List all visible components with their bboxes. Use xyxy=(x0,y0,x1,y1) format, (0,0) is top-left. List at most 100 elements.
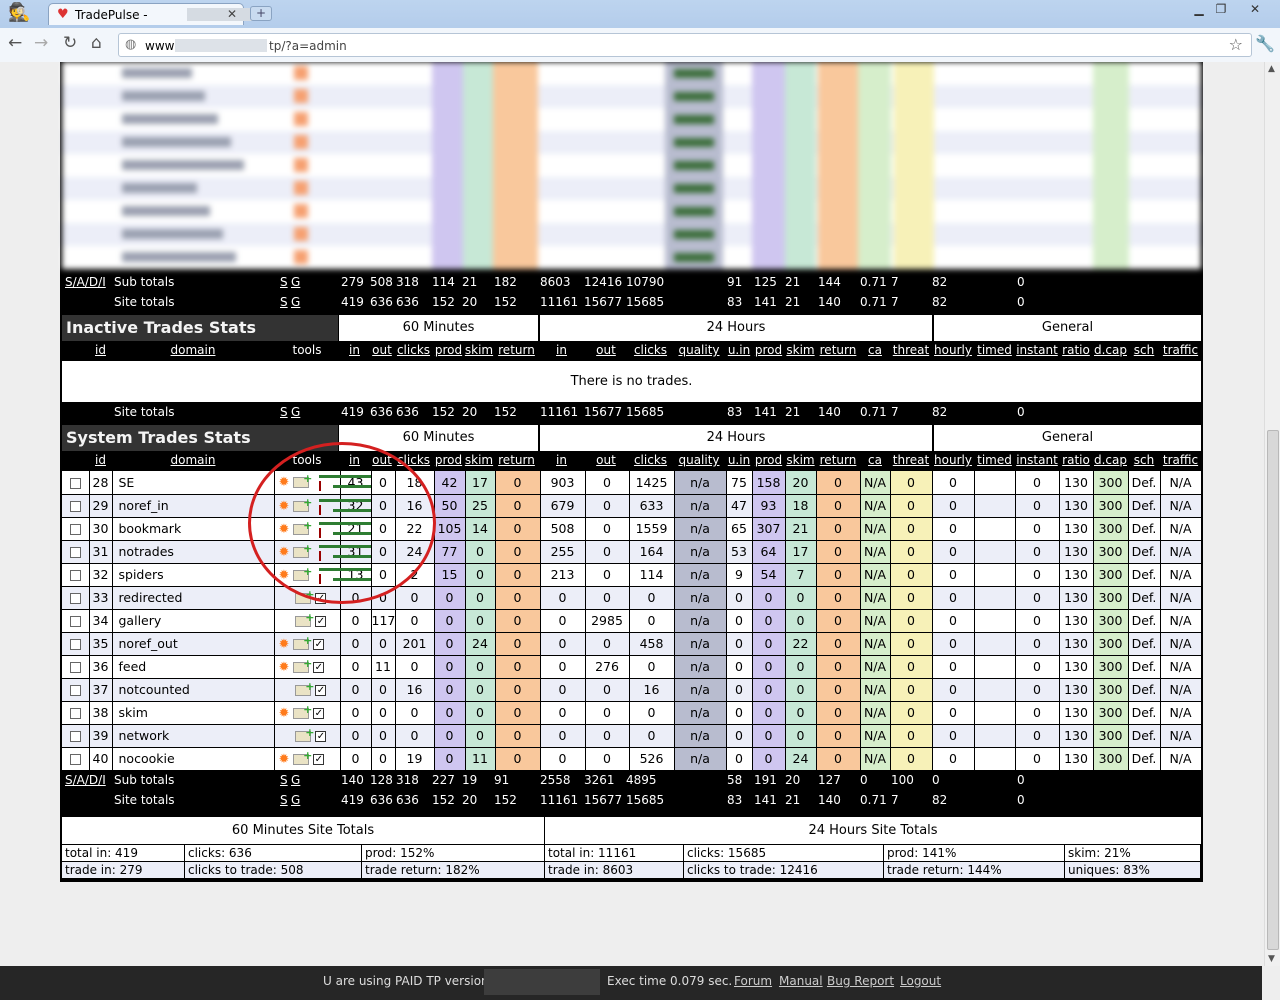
select-cell[interactable] xyxy=(62,540,90,564)
bookmark-star-icon[interactable]: ☆ xyxy=(1229,35,1243,54)
g-link[interactable]: G xyxy=(291,402,300,422)
row-checkbox[interactable] xyxy=(69,616,81,627)
forward-icon[interactable]: → xyxy=(34,33,48,53)
home-icon[interactable]: ⌂ xyxy=(91,33,102,53)
row-checkbox[interactable] xyxy=(69,754,81,765)
g-link[interactable]: G xyxy=(291,770,300,790)
select-cell[interactable] xyxy=(62,701,90,725)
col-header-dcap[interactable]: d.cap xyxy=(1093,451,1128,469)
col-header-hourly[interactable]: hourly xyxy=(932,451,974,469)
col-header-threat[interactable]: threat xyxy=(890,341,932,359)
gear-icon[interactable]: ✹ xyxy=(279,752,290,767)
col-header-domain[interactable]: domain xyxy=(112,341,274,359)
new-tab-button[interactable]: + xyxy=(250,6,272,21)
col-header-hourly[interactable]: hourly xyxy=(932,341,974,359)
s-link[interactable]: S xyxy=(280,770,288,790)
col-header-out[interactable]: out xyxy=(584,451,628,469)
enabled-checkbox-icon[interactable]: ✓ xyxy=(315,685,327,696)
col-header-traffic[interactable]: traffic xyxy=(1160,451,1201,469)
s-link[interactable]: S xyxy=(280,790,288,810)
row-checkbox[interactable] xyxy=(69,708,81,719)
select-cell[interactable] xyxy=(62,471,90,495)
col-header-out[interactable]: out xyxy=(584,341,628,359)
gear-icon[interactable]: ✹ xyxy=(279,706,290,721)
enabled-checkbox-icon[interactable]: ✓ xyxy=(313,753,325,765)
col-header-skim[interactable]: skim xyxy=(785,451,816,469)
col-header-dcap[interactable]: d.cap xyxy=(1093,341,1128,359)
col-header-timed[interactable]: timed xyxy=(974,451,1015,469)
row-checkbox[interactable] xyxy=(69,731,81,742)
col-header-skim[interactable]: skim xyxy=(464,341,494,359)
enabled-checkbox-icon[interactable]: ✓ xyxy=(313,638,325,650)
col-header-instant[interactable]: instant xyxy=(1015,451,1059,469)
enabled-checkbox-icon[interactable]: ✓ xyxy=(315,731,327,742)
bug-report-link[interactable]: Bug Report xyxy=(827,974,894,988)
col-header-sch[interactable]: sch xyxy=(1128,451,1160,469)
col-header-id[interactable]: id xyxy=(89,341,112,359)
col-header-prod[interactable]: prod xyxy=(752,451,785,469)
col-header-ratio[interactable]: ratio xyxy=(1059,341,1093,359)
logout-link[interactable]: Logout xyxy=(900,974,941,988)
gear-icon[interactable]: ✹ xyxy=(279,637,290,652)
select-cell[interactable] xyxy=(62,678,90,702)
select-cell[interactable] xyxy=(62,747,90,771)
folder-add-icon[interactable] xyxy=(293,634,312,650)
col-header-uin[interactable]: u.in xyxy=(726,341,752,359)
select-cell[interactable] xyxy=(62,609,90,633)
col-header-in[interactable]: in xyxy=(539,451,584,469)
row-checkbox[interactable] xyxy=(69,524,81,535)
folder-add-icon[interactable] xyxy=(295,611,314,627)
select-cell[interactable] xyxy=(62,586,90,610)
col-header-clicks[interactable]: clicks xyxy=(394,341,433,359)
row-checkbox[interactable] xyxy=(69,685,81,696)
col-header-clicks[interactable]: clicks xyxy=(628,451,673,469)
enabled-checkbox-icon[interactable]: ✓ xyxy=(313,661,325,673)
col-header-return[interactable]: return xyxy=(816,451,860,469)
reload-icon[interactable]: ↻ xyxy=(63,33,77,53)
col-header-ca[interactable]: ca xyxy=(860,341,890,359)
col-header-prod[interactable]: prod xyxy=(752,341,785,359)
col-header-prod[interactable]: prod xyxy=(433,341,464,359)
col-header-instant[interactable]: instant xyxy=(1015,341,1059,359)
row-checkbox[interactable] xyxy=(69,593,81,604)
col-header-quality[interactable]: quality xyxy=(673,451,725,469)
row-checkbox[interactable] xyxy=(69,501,81,512)
wrench-icon[interactable]: 🔧 xyxy=(1255,34,1275,53)
row-checkbox[interactable] xyxy=(69,570,81,581)
col-header-in[interactable]: in xyxy=(339,341,370,359)
sadi-link[interactable]: S/A/D/I xyxy=(65,770,106,790)
col-header-domain[interactable]: domain xyxy=(112,451,274,469)
select-cell[interactable] xyxy=(62,632,90,656)
close-tab-icon[interactable]: ✕ xyxy=(227,7,237,21)
row-checkbox[interactable] xyxy=(69,639,81,650)
enabled-checkbox-icon[interactable]: ✓ xyxy=(315,616,327,627)
col-header-prod[interactable]: prod xyxy=(433,451,464,469)
col-header-ca[interactable]: ca xyxy=(860,451,890,469)
folder-add-icon[interactable] xyxy=(295,726,314,742)
s-link[interactable]: S xyxy=(280,292,288,312)
col-header-out[interactable]: out xyxy=(370,341,394,359)
select-cell[interactable] xyxy=(62,563,90,587)
col-header-skim[interactable]: skim xyxy=(785,341,816,359)
row-checkbox[interactable] xyxy=(69,547,81,558)
col-header-clicks[interactable]: clicks xyxy=(628,341,673,359)
col-header-in[interactable]: in xyxy=(539,341,584,359)
vertical-scrollbar[interactable]: ▲ ▼ xyxy=(1264,62,1280,966)
col-header-uin[interactable]: u.in xyxy=(726,451,752,469)
s-link[interactable]: S xyxy=(280,402,288,422)
folder-add-icon[interactable] xyxy=(293,703,312,719)
forum-link[interactable]: Forum xyxy=(734,974,772,988)
gear-icon[interactable]: ✹ xyxy=(279,660,290,675)
manual-link[interactable]: Manual xyxy=(779,974,823,988)
select-cell[interactable] xyxy=(62,517,90,541)
select-cell[interactable] xyxy=(62,724,90,748)
s-link[interactable]: S xyxy=(280,272,288,292)
g-link[interactable]: G xyxy=(291,790,300,810)
col-header-id[interactable]: id xyxy=(89,451,112,469)
back-icon[interactable]: ← xyxy=(8,33,22,53)
sadi-link[interactable]: S/A/D/I xyxy=(65,272,106,292)
row-checkbox[interactable] xyxy=(69,662,81,673)
col-header-return[interactable]: return xyxy=(816,341,860,359)
col-header-return[interactable]: return xyxy=(494,451,539,469)
select-cell[interactable] xyxy=(62,655,90,679)
